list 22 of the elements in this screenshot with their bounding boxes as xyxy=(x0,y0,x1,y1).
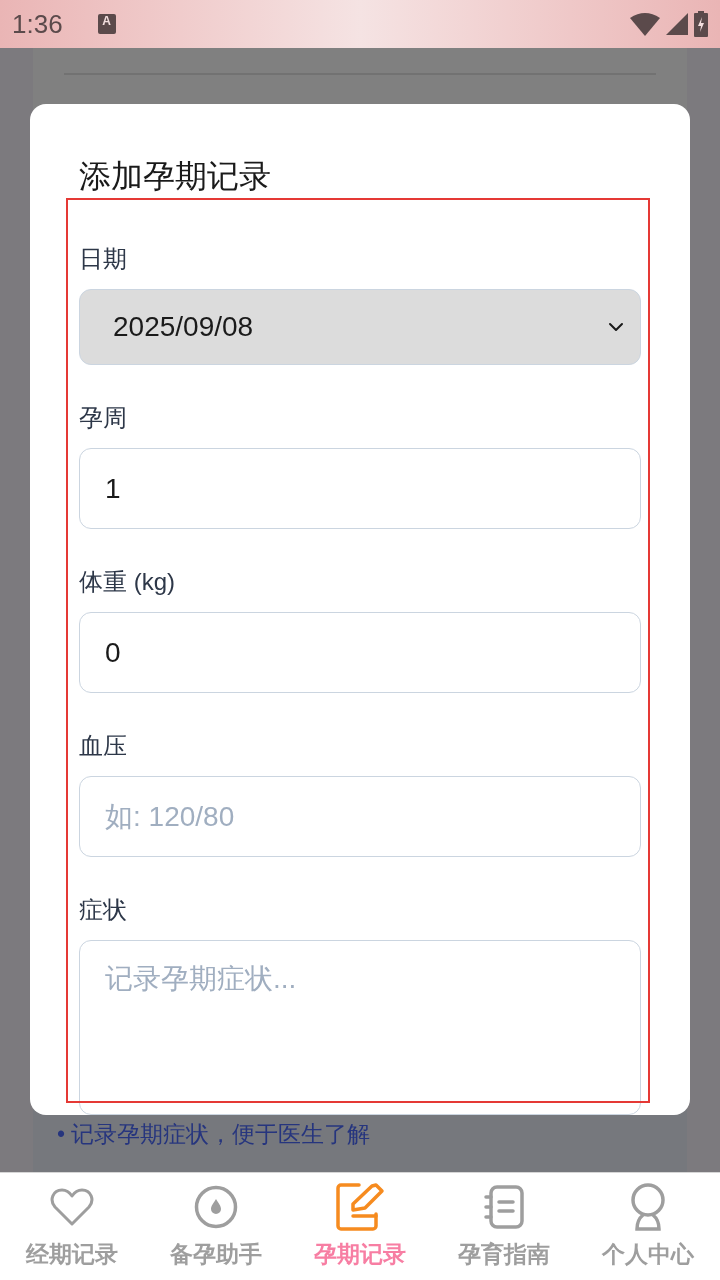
field-label: 血压 xyxy=(79,731,128,761)
textarea-field[interactable]: 记录孕期症状... xyxy=(79,940,641,1115)
text-input[interactable]: 1 xyxy=(79,448,641,529)
signal-icon xyxy=(666,13,688,35)
text-input[interactable]: 如: 120/80 xyxy=(79,776,641,857)
wifi-icon xyxy=(630,12,660,36)
nav-tab[interactable]: 个人中心 xyxy=(576,1173,720,1280)
field-label: 日期 xyxy=(79,244,128,274)
nav-tab[interactable]: 孕育指南 xyxy=(432,1173,576,1280)
notification-badge: A xyxy=(97,14,116,34)
field-label: 症状 xyxy=(79,895,128,925)
field-label: 体重 (kg) xyxy=(79,567,176,597)
field-label: 孕周 xyxy=(79,403,128,433)
tip-text: • 记录孕期症状，便于医生了解 xyxy=(57,1120,372,1149)
nav-tab[interactable]: 孕期记录 xyxy=(288,1173,432,1280)
text-input[interactable]: 0 xyxy=(79,612,641,693)
nav-tab[interactable]: 备孕助手 xyxy=(144,1173,288,1280)
status-time: 1:36 xyxy=(12,9,63,39)
dialog-title: 添加孕期记录 xyxy=(79,157,272,196)
nav-tab[interactable]: 经期记录 xyxy=(0,1173,144,1280)
battery-charging-icon xyxy=(694,11,708,37)
date-select[interactable]: 2025/09/08 xyxy=(79,289,641,365)
